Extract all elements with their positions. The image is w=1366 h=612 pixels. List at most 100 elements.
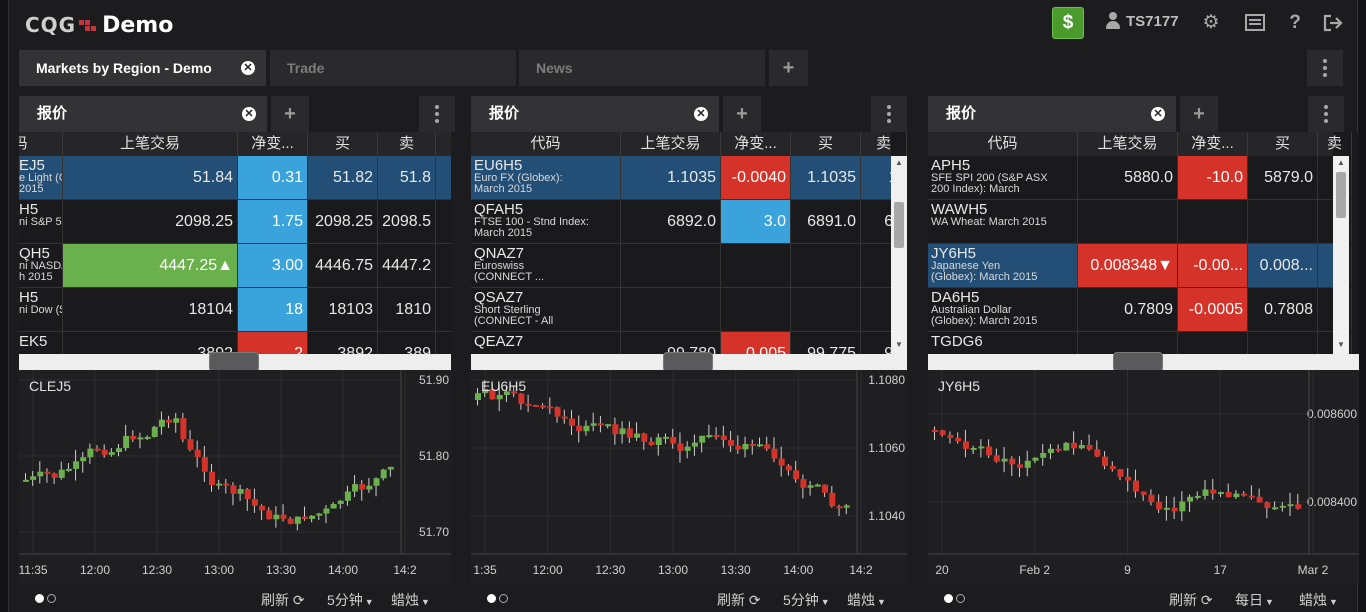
last-cell[interactable]: 2098.25 — [63, 200, 238, 243]
change-cell[interactable]: 3.00 — [238, 244, 308, 287]
symbol-cell[interactable]: QEAZ7 — [471, 332, 621, 354]
message-list-icon[interactable] — [1243, 11, 1267, 35]
symbol-cell[interactable]: QFAH5 FTSE 100 - Stnd Index: March 2015 — [471, 200, 621, 243]
last-cell[interactable]: 6892.0 — [621, 200, 721, 243]
scroll-up-icon[interactable]: ▲ — [891, 158, 907, 170]
bid-cell[interactable]: 5879.0 — [1248, 156, 1318, 199]
main-menu-kebab-icon[interactable] — [1307, 50, 1343, 86]
splitter-grip[interactable] — [1113, 352, 1163, 372]
last-cell[interactable]: 1.1035 — [621, 156, 721, 199]
change-cell[interactable]: 18 — [238, 288, 308, 331]
column-header-1[interactable]: 上笔交易 — [1078, 132, 1178, 156]
ask-cell[interactable]: 2098.5 — [378, 200, 436, 243]
ask-cell[interactable]: 51.8 — [378, 156, 436, 199]
change-cell[interactable]: 1.75 — [238, 200, 308, 243]
last-cell[interactable]: 3892 — [63, 332, 238, 354]
bid-cell[interactable]: 99.775 — [791, 332, 861, 354]
quote-tab[interactable]: 报价 ✕ — [471, 96, 719, 132]
symbol-cell[interactable]: EK5 — [19, 332, 63, 354]
interval-dropdown[interactable]: 5分钟 ▼ — [327, 590, 374, 610]
symbol-cell[interactable]: TGDG6 — [928, 332, 1078, 354]
settings-gear-icon[interactable]: ⚙ — [1199, 11, 1223, 35]
change-cell[interactable] — [1178, 332, 1248, 354]
chart-type-dropdown[interactable]: 蜡烛 ▼ — [391, 590, 430, 610]
last-cell[interactable]: 99.780 — [621, 332, 721, 354]
symbol-cell[interactable]: H5 ni S&P 500: March — [19, 200, 63, 243]
refresh-button[interactable]: 刷新 ⟳ — [717, 590, 761, 610]
last-cell[interactable] — [1078, 200, 1178, 243]
quote-tab[interactable]: 报价 ✕ — [19, 96, 267, 132]
splitter-grip[interactable] — [663, 352, 713, 372]
table-row[interactable]: QH5 ni NASDAQ-100: h 2015 4447.25▲3.0044… — [19, 244, 451, 288]
bid-cell[interactable]: 6891.0 — [791, 200, 861, 243]
table-row[interactable]: QSAZ7 Short Sterling (CONNECT - All — [471, 288, 907, 332]
symbol-cell[interactable]: QNAZ7 Euroswiss (CONNECT ... — [471, 244, 621, 287]
last-cell[interactable] — [1078, 332, 1178, 354]
bid-cell[interactable] — [1248, 332, 1318, 354]
last-cell[interactable]: 0.7809 — [1078, 288, 1178, 331]
table-row[interactable]: DA6H5 Australian Dollar (Globex): March … — [928, 288, 1352, 332]
candlestick-chart[interactable]: 20 Feb 2 9 17 Mar 2 0.008600 0.008400 JY6H5 — [928, 370, 1359, 584]
column-header-4[interactable]: 卖 — [1318, 132, 1352, 156]
change-cell[interactable]: -0.0005 — [1178, 288, 1248, 331]
change-cell[interactable]: 2 — [238, 332, 308, 354]
last-cell[interactable]: 0.008348▼ — [1078, 244, 1178, 287]
table-row[interactable]: QFAH5 FTSE 100 - Stnd Index: March 2015 … — [471, 200, 907, 244]
ask-cell[interactable]: 1810 — [378, 288, 436, 331]
logout-icon[interactable] — [1321, 11, 1345, 35]
symbol-cell[interactable]: DA6H5 Australian Dollar (Globex): March … — [928, 288, 1078, 331]
change-cell[interactable] — [721, 244, 791, 287]
last-cell[interactable]: 4447.25▲ — [63, 244, 238, 287]
last-cell[interactable]: 18104 — [63, 288, 238, 331]
close-panel-icon[interactable]: ✕ — [694, 107, 708, 121]
bid-cell[interactable] — [791, 288, 861, 331]
tab-trade[interactable]: Trade — [270, 50, 516, 86]
interval-dropdown[interactable]: 每日 ▼ — [1235, 590, 1274, 610]
bid-cell[interactable]: 0.7808 — [1248, 288, 1318, 331]
tab-news[interactable]: News — [519, 50, 765, 86]
symbol-cell[interactable]: H5 ni Dow ($5): March — [19, 288, 63, 331]
symbol-cell[interactable]: APH5 SFE SPI 200 (S&P ASX 200 Index): Ma… — [928, 156, 1078, 199]
page-dot-2[interactable] — [956, 594, 965, 603]
change-cell[interactable]: 3.0 — [721, 200, 791, 243]
page-dot-1[interactable] — [35, 594, 44, 603]
interval-dropdown[interactable]: 5分钟 ▼ — [783, 590, 830, 610]
grid-vertical-scrollbar[interactable]: ▲ ▼ — [1333, 156, 1349, 354]
symbol-cell[interactable]: QH5 ni NASDAQ-100: h 2015 — [19, 244, 63, 287]
column-header-0[interactable]: 代码 — [928, 132, 1078, 156]
column-header-4[interactable]: 卖 — [861, 132, 907, 156]
column-header-3[interactable]: 买 — [791, 132, 861, 156]
page-dot-1[interactable] — [487, 594, 496, 603]
table-row[interactable]: JY6H5 Japanese Yen (Globex): March 2015 … — [928, 244, 1352, 288]
bid-cell[interactable]: 51.82 — [308, 156, 378, 199]
user-menu[interactable]: TS7177 — [1105, 12, 1179, 30]
add-tab-button[interactable]: + — [769, 50, 808, 86]
table-row[interactable]: EK5 3892 2 3892 389 — [19, 332, 451, 354]
bid-cell[interactable]: 1.1035 — [791, 156, 861, 199]
add-panel-tab-button[interactable]: + — [271, 96, 309, 132]
column-header-0[interactable]: 代码 — [19, 132, 63, 156]
table-row[interactable]: WAWH5 WA Wheat: March 2015 — [928, 200, 1352, 244]
symbol-cell[interactable]: EJ5 e Light (Globex): 2015 — [19, 156, 63, 199]
refresh-button[interactable]: 刷新 ⟳ — [1169, 590, 1213, 610]
change-cell[interactable]: -0.00... — [1178, 244, 1248, 287]
symbol-cell[interactable]: JY6H5 Japanese Yen (Globex): March 2015 — [928, 244, 1078, 287]
panel-menu-kebab-icon[interactable] — [1308, 96, 1344, 132]
page-dot-2[interactable] — [499, 594, 508, 603]
change-cell[interactable]: -10.0 — [1178, 156, 1248, 199]
close-panel-icon[interactable]: ✕ — [242, 107, 256, 121]
page-dots[interactable] — [944, 594, 968, 603]
tab-markets-by-region[interactable]: Markets by Region - Demo ✕ — [19, 50, 266, 86]
table-row[interactable]: H5 ni Dow ($5): March 1810418181031810 — [19, 288, 451, 332]
scroll-thumb[interactable] — [1336, 172, 1346, 218]
help-icon[interactable]: ? — [1283, 11, 1307, 35]
panel-menu-kebab-icon[interactable] — [419, 96, 455, 132]
close-panel-icon[interactable]: ✕ — [1151, 107, 1165, 121]
splitter-grip[interactable] — [209, 352, 259, 372]
bid-cell[interactable] — [1248, 200, 1318, 243]
refresh-button[interactable]: 刷新 ⟳ — [261, 590, 305, 610]
page-dot-1[interactable] — [944, 594, 953, 603]
ask-cell[interactable]: 389 — [378, 332, 436, 354]
table-row[interactable]: TGDG6 — [928, 332, 1352, 354]
account-dollar-button[interactable]: $ — [1052, 7, 1084, 39]
